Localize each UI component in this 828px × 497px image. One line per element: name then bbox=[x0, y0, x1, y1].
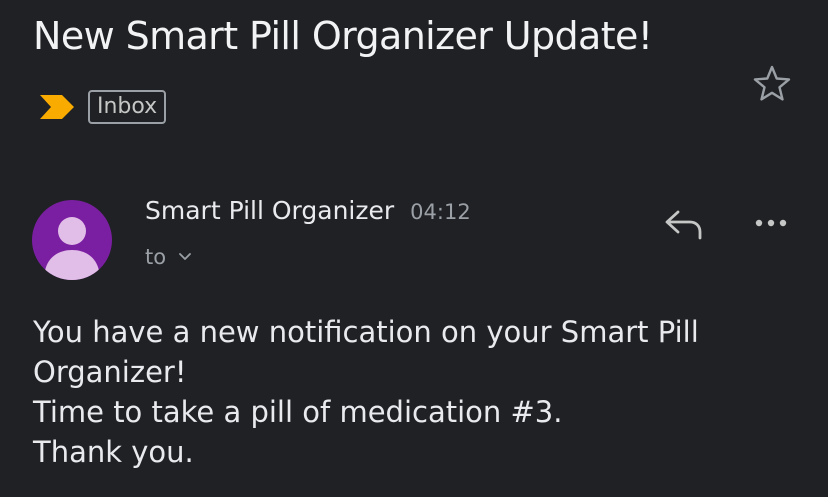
more-options-button[interactable] bbox=[750, 208, 792, 238]
more-horizontal-icon bbox=[755, 219, 787, 227]
email-body: You have a new notification on your Smar… bbox=[33, 312, 793, 472]
reply-icon bbox=[665, 210, 702, 240]
sender-row: Smart Pill Organizer 04:12 bbox=[145, 196, 471, 225]
star-icon[interactable] bbox=[752, 64, 792, 104]
body-line: Thank you. bbox=[33, 435, 194, 469]
email-time: 04:12 bbox=[410, 200, 471, 224]
body-line: Time to take a pill of medication #3. bbox=[33, 395, 563, 429]
sender-name[interactable]: Smart Pill Organizer bbox=[145, 196, 394, 225]
reply-button[interactable] bbox=[662, 204, 706, 244]
body-line: You have a new notification on your Smar… bbox=[33, 315, 699, 389]
label-row: Inbox bbox=[38, 87, 167, 127]
chevron-down-icon bbox=[179, 253, 191, 260]
sender-avatar[interactable] bbox=[32, 200, 112, 280]
inbox-label-chip[interactable]: Inbox bbox=[88, 90, 167, 124]
recipient-label: to bbox=[145, 245, 167, 269]
importance-marker-icon[interactable] bbox=[38, 92, 76, 122]
person-avatar-icon bbox=[44, 217, 100, 280]
recipient-toggle[interactable]: to bbox=[145, 245, 192, 269]
email-subject: New Smart Pill Organizer Update! bbox=[33, 14, 653, 58]
